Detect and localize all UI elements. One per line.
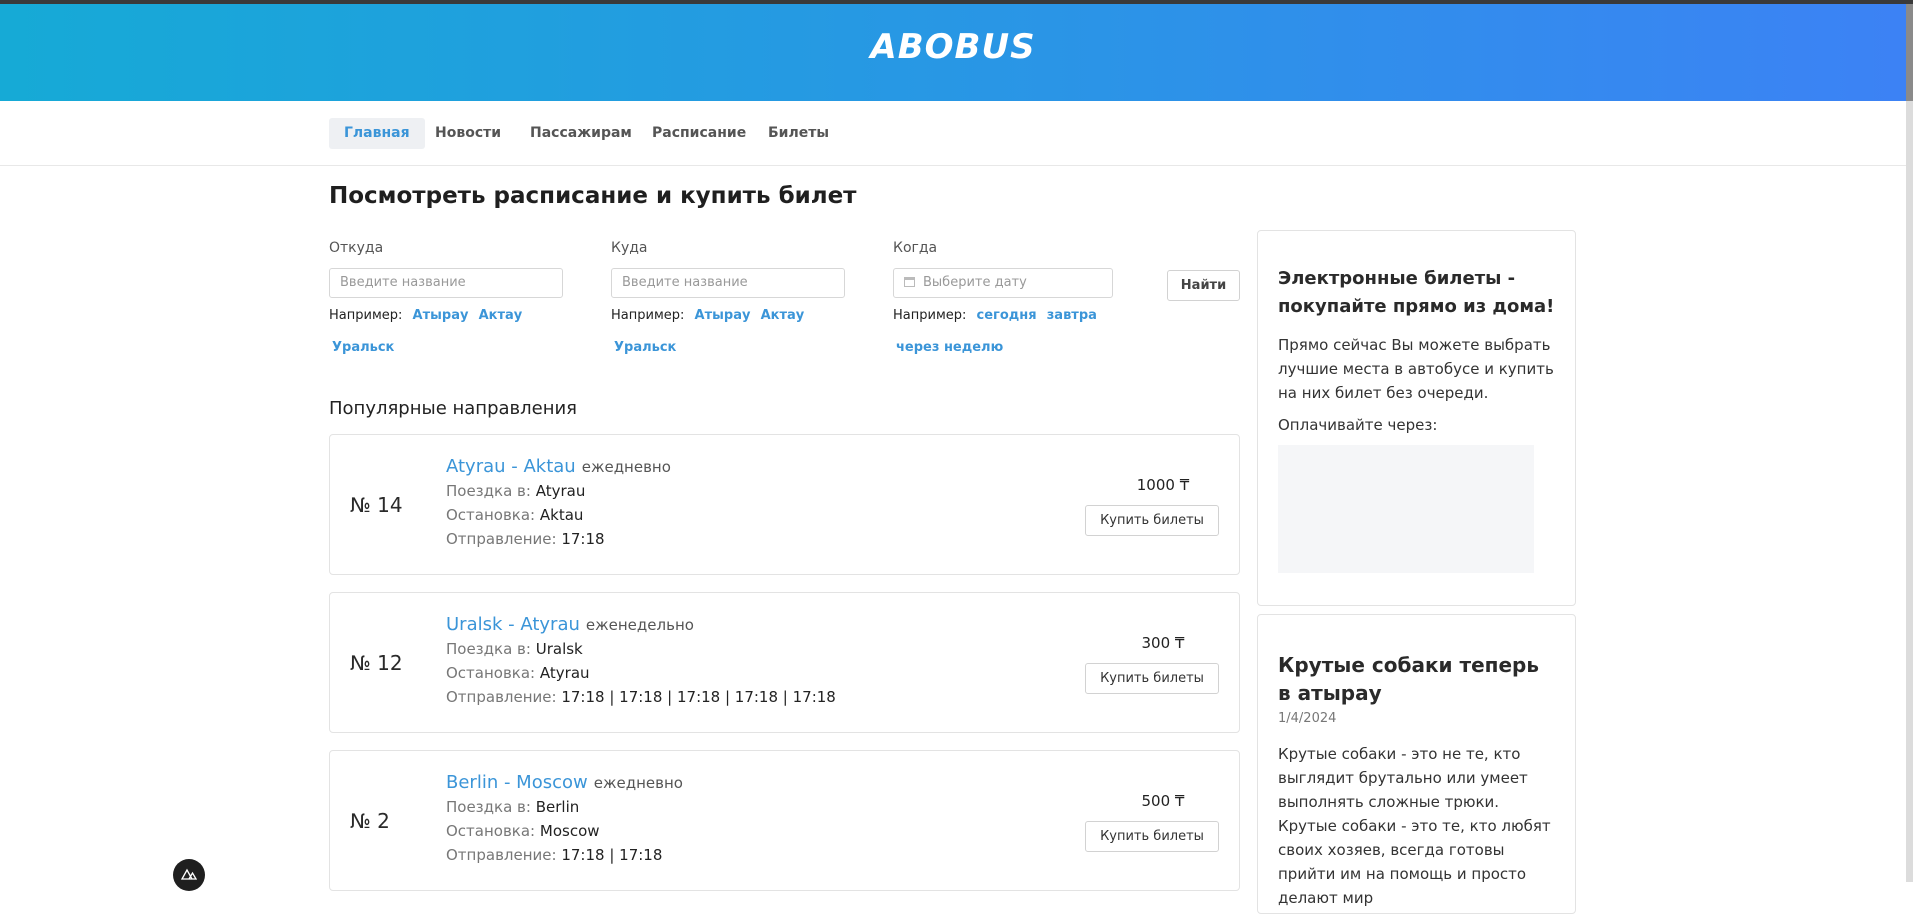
trip-to-label: Поездка в: (446, 798, 531, 816)
page-title: Посмотреть расписание и купить билет (329, 183, 857, 209)
to-example-uralsk[interactable]: Уральск (614, 340, 676, 355)
calendar-icon (904, 277, 915, 287)
when-example-prefix: Например: (893, 308, 967, 323)
to-input[interactable]: Введите название (611, 268, 845, 298)
when-label: Когда (893, 240, 938, 256)
promo-card: Электронные билеты - покупайте прямо из … (1257, 230, 1576, 606)
stop-value: Atyrau (539, 664, 590, 682)
site-logo[interactable]: ABOBUS (870, 27, 1035, 67)
from-examples-row2: Уральск (332, 340, 394, 355)
nuxt-devtools-icon[interactable] (173, 859, 205, 891)
nuxt-logo-icon (181, 868, 197, 880)
from-example-prefix: Например: (329, 308, 403, 323)
when-example-next-week[interactable]: через неделю (896, 340, 1003, 355)
payment-methods-image (1278, 445, 1534, 573)
to-example-prefix: Например: (611, 308, 685, 323)
route-title-link[interactable]: Uralsk - Atyrau (446, 614, 580, 635)
pay-label: Оплачивайте через: (1278, 416, 1438, 434)
nav-item-tickets[interactable]: Билеты (753, 118, 844, 149)
to-placeholder: Введите название (622, 275, 748, 290)
main-nav: Главная Новости Пассажирам Расписание Би… (0, 101, 1906, 166)
departure-label: Отправление: (446, 846, 557, 864)
when-example-tomorrow[interactable]: завтра (1047, 308, 1097, 323)
page-scrollbar[interactable] (1906, 4, 1913, 882)
when-examples-row2: через неделю (896, 340, 1003, 355)
stop-value: Moscow (539, 822, 600, 840)
buy-tickets-button[interactable]: Купить билеты (1085, 663, 1219, 694)
to-examples: Например: Атырау Актау (611, 308, 804, 323)
promo-title: Электронные билеты - покупайте прямо из … (1278, 268, 1555, 317)
nav-item-news[interactable]: Новости (420, 118, 516, 149)
when-example-today[interactable]: сегодня (977, 308, 1037, 323)
trip-to-value: Atyrau (535, 482, 586, 500)
scrollbar-thumb[interactable] (1906, 4, 1913, 101)
from-label: Откуда (329, 240, 384, 256)
to-label: Куда (611, 240, 648, 256)
route-title-link[interactable]: Atyrau - Aktau (446, 456, 576, 477)
departure-value: 17:18 | 17:18 | 17:18 | 17:18 | 17:18 (561, 688, 836, 706)
route-frequency: ежедневно (581, 458, 671, 476)
news-card: Крутые собаки теперь в атырау 1/4/2024 К… (1257, 614, 1576, 914)
route-info: Atyrau - Aktau ежедневно Поездка в: Atyra… (446, 455, 671, 551)
when-examples: Например: сегодня завтра (893, 308, 1097, 323)
from-example-aktau[interactable]: Актау (479, 308, 523, 323)
from-examples: Например: Атырау Актау (329, 308, 522, 323)
promo-text: Прямо сейчас Вы можете выбрать лучшие ме… (1278, 336, 1554, 402)
to-example-aktau[interactable]: Актау (761, 308, 805, 323)
route-number: № 12 (350, 650, 403, 675)
stop-label: Остановка: (446, 664, 536, 682)
from-example-uralsk[interactable]: Уральск (332, 340, 394, 355)
news-text: Крутые собаки - это не те, кто выглядит … (1278, 745, 1551, 907)
nav-item-passengers[interactable]: Пассажирам (515, 118, 647, 149)
buy-tickets-button[interactable]: Купить билеты (1085, 505, 1219, 536)
nav-item-home[interactable]: Главная (329, 118, 425, 149)
stop-label: Остановка: (446, 506, 536, 524)
news-title[interactable]: Крутые собаки теперь в атырау (1278, 651, 1555, 707)
route-info: Uralsk - Atyrau еженедельно Поездка в: Ur… (446, 613, 836, 709)
route-card: № 2 Berlin - Moscow ежедневно Поездка в: … (329, 750, 1240, 891)
stop-label: Остановка: (446, 822, 536, 840)
route-card: № 14 Atyrau - Aktau ежедневно Поездка в: … (329, 434, 1240, 575)
find-button[interactable]: Найти (1167, 270, 1240, 301)
route-price: 500 ₸ (1141, 792, 1185, 810)
route-frequency: еженедельно (585, 616, 694, 634)
from-input[interactable]: Введите название (329, 268, 563, 298)
departure-value: 17:18 (561, 530, 605, 548)
route-frequency: ежедневно (593, 774, 683, 792)
date-placeholder: Выберите дату (923, 275, 1027, 290)
popular-routes-title: Популярные направления (329, 398, 578, 419)
trip-to-value: Berlin (535, 798, 580, 816)
stop-value: Aktau (539, 506, 584, 524)
news-date: 1/4/2024 (1278, 711, 1337, 726)
site-header: ABOBUS (0, 4, 1906, 101)
route-number: № 14 (350, 492, 403, 517)
route-title-link[interactable]: Berlin - Moscow (446, 772, 588, 793)
date-picker-input[interactable]: Выберите дату (893, 268, 1113, 298)
departure-label: Отправление: (446, 530, 557, 548)
departure-label: Отправление: (446, 688, 557, 706)
departure-value: 17:18 | 17:18 (561, 846, 663, 864)
from-example-atyrau[interactable]: Атырау (413, 308, 469, 323)
nav-item-schedule[interactable]: Расписание (637, 118, 761, 149)
route-number: № 2 (350, 808, 390, 833)
trip-to-value: Uralsk (535, 640, 583, 658)
route-card: № 12 Uralsk - Atyrau еженедельно Поездка … (329, 592, 1240, 733)
trip-to-label: Поездка в: (446, 482, 531, 500)
to-example-atyrau[interactable]: Атырау (695, 308, 751, 323)
buy-tickets-button[interactable]: Купить билеты (1085, 821, 1219, 852)
to-examples-row2: Уральск (614, 340, 676, 355)
from-placeholder: Введите название (340, 275, 466, 290)
route-price: 300 ₸ (1141, 634, 1185, 652)
trip-to-label: Поездка в: (446, 640, 531, 658)
route-info: Berlin - Moscow ежедневно Поездка в: Berl… (446, 771, 683, 867)
route-price: 1000 ₸ (1136, 476, 1190, 494)
